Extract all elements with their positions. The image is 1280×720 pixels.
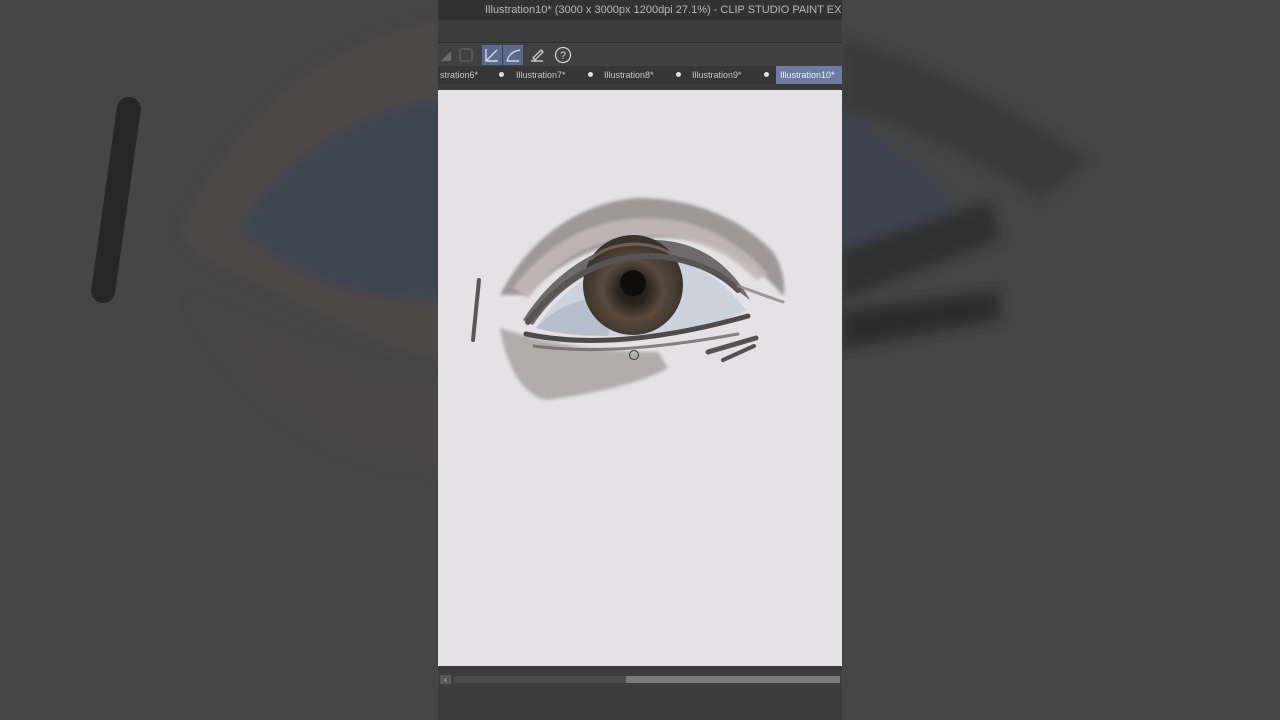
tab-modified-dot (764, 72, 769, 77)
stabilization-icon[interactable] (482, 45, 502, 65)
canvas-area[interactable] (438, 84, 842, 668)
document-tabs: stration6* Illustration7* Illustration8*… (438, 66, 842, 84)
tab-label: Illustration9* (692, 70, 742, 80)
scroll-left-button[interactable]: ‹ (440, 675, 451, 684)
command-bar: ? (438, 42, 842, 67)
square-icon[interactable] (456, 45, 476, 65)
tab-illustration9[interactable]: Illustration9* (688, 66, 774, 84)
tab-modified-dot (499, 72, 504, 77)
tab-illustration6[interactable]: stration6* (438, 66, 510, 84)
help-icon[interactable]: ? (553, 45, 573, 65)
bottom-panel (438, 686, 842, 720)
drawing-canvas[interactable] (438, 90, 842, 666)
curve-icon[interactable] (503, 45, 523, 65)
menu-bar (438, 20, 842, 42)
tab-label: Illustration7* (516, 70, 566, 80)
tab-label: Illustration10* (780, 70, 835, 80)
tab-modified-dot (588, 72, 593, 77)
title-bar: Illustration10* (3000 x 3000px 1200dpi 2… (438, 0, 842, 20)
eye-painting (471, 198, 785, 400)
window-title: Illustration10* (3000 x 3000px 1200dpi 2… (485, 4, 842, 16)
tab-modified-dot (676, 72, 681, 77)
correction-icon[interactable] (438, 45, 458, 65)
tab-illustration7[interactable]: Illustration7* (512, 66, 598, 84)
tab-label: Illustration8* (604, 70, 654, 80)
svg-text:?: ? (560, 50, 566, 62)
scroll-thumb[interactable] (626, 676, 840, 683)
tab-label: stration6* (440, 70, 479, 80)
clip-studio-window: Illustration10* (3000 x 3000px 1200dpi 2… (438, 0, 842, 720)
tab-illustration10[interactable]: Illustration10* (776, 66, 842, 84)
pen-icon[interactable] (527, 45, 547, 65)
tab-illustration8[interactable]: Illustration8* (600, 66, 686, 84)
horizontal-scrollbar[interactable]: ‹ (438, 673, 842, 686)
